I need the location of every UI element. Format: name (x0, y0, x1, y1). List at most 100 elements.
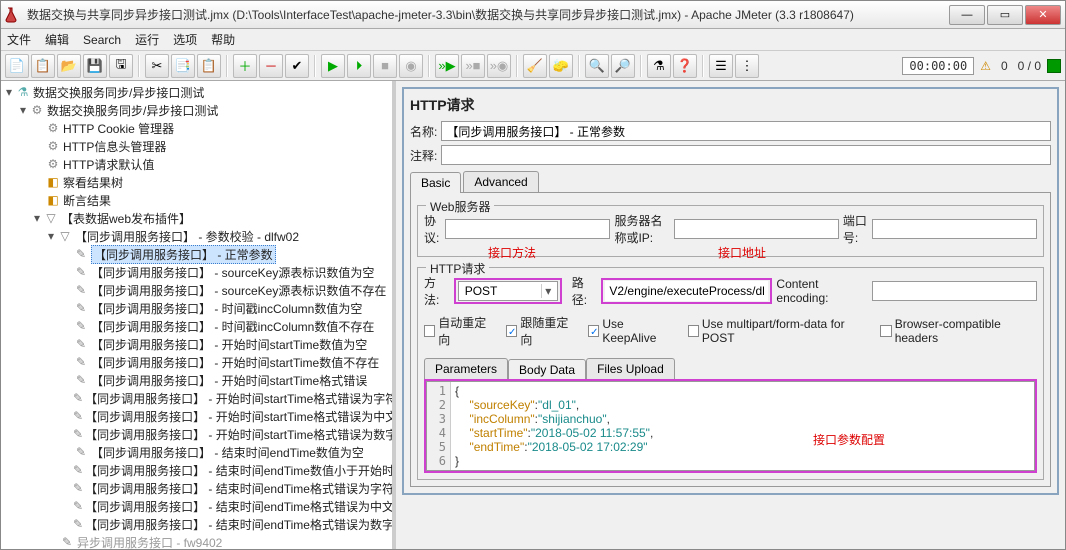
tree-item[interactable]: 【同步调用服务接口】 - 结束时间endTime数值小于开始时间 (85, 462, 396, 479)
chk-auto-redirect[interactable]: 自动重定向 (424, 314, 494, 348)
tree-item[interactable]: 【同步调用服务接口】 - 结束时间endTime数值为空 (91, 444, 364, 461)
path-label: 路径: (572, 274, 598, 308)
tree-web-plugin[interactable]: 【表数据web发布插件】 (61, 210, 191, 227)
tree-threadgroup[interactable]: 数据交换服务同步/异步接口测试 (47, 102, 218, 119)
comment-label: 注释: (410, 147, 437, 164)
tree-item[interactable]: 【同步调用服务接口】 - sourceKey源表标识数值为空 (91, 264, 374, 281)
chk-multipart[interactable]: Use multipart/form-data for POST (688, 317, 869, 345)
toggle-icon[interactable]: ▾ (3, 85, 15, 99)
menu-run[interactable]: 运行 (135, 31, 159, 48)
maximize-button[interactable]: ▭ (987, 5, 1023, 25)
tb-find[interactable]: 🔍 (585, 54, 609, 78)
tb-paste[interactable]: 📋 (197, 54, 221, 78)
tree-item[interactable]: 【同步调用服务接口】 - 开始时间startTime格式错误 (91, 372, 367, 389)
tree-pane[interactable]: ▾⚗数据交换服务同步/异步接口测试 ▾⚙数据交换服务同步/异步接口测试 ⚙HTT… (1, 81, 396, 549)
name-input[interactable] (441, 121, 1051, 141)
tb-list[interactable]: ☰ (709, 54, 733, 78)
tb-clear[interactable]: 🧹 (523, 54, 547, 78)
chk-keepalive[interactable]: Use KeepAlive (588, 317, 675, 345)
tree-item[interactable]: 【同步调用服务接口】 - sourceKey源表标识数值不存在 (91, 282, 386, 299)
comment-input[interactable] (441, 145, 1051, 165)
menubar: 文件 编辑 Search 运行 选项 帮助 (1, 29, 1065, 51)
tree-assertion[interactable]: 断言结果 (63, 192, 111, 209)
code-area[interactable]: { "sourceKey":"dl_01", "incColumn":"shij… (451, 382, 1034, 470)
tb-templates[interactable]: 📋 (31, 54, 55, 78)
tb-collapse[interactable]: － (259, 54, 283, 78)
tb-save[interactable]: 💾 (83, 54, 107, 78)
tb-help[interactable]: ❓ (673, 54, 697, 78)
tb-stop[interactable]: ■ (373, 54, 397, 78)
tree-header-mgr[interactable]: HTTP信息头管理器 (63, 138, 166, 155)
panel-title: HTTP请求 (410, 95, 1051, 115)
tb-save-as[interactable]: 🖫 (109, 54, 133, 78)
tab-basic[interactable]: Basic (410, 172, 461, 193)
tb-remote-shutdown[interactable]: »◉ (487, 54, 511, 78)
tb-function[interactable]: ⚗ (647, 54, 671, 78)
tb-copy[interactable]: 📑 (171, 54, 195, 78)
config-icon: ⚙ (45, 157, 61, 171)
menu-options[interactable]: 选项 (173, 31, 197, 48)
tree-item[interactable]: 【同步调用服务接口】 - 结束时间endTime格式错误为数字 (85, 516, 394, 533)
sampler-icon: ✎ (73, 409, 83, 423)
subtab-files-upload[interactable]: Files Upload (586, 358, 675, 380)
tree-testplan[interactable]: 数据交换服务同步/异步接口测试 (33, 84, 204, 101)
toggle-icon[interactable]: ▾ (31, 211, 43, 225)
tb-new[interactable]: 📄 (5, 54, 29, 78)
tree-item[interactable]: 【同步调用服务接口】 - 开始时间startTime格式错误为字符串 (85, 390, 396, 407)
tree-selected[interactable]: 【同步调用服务接口】 - 正常参数 (91, 245, 276, 264)
titlebar: 数据交换与共享同步异步接口测试.jmx (D:\Tools\InterfaceT… (1, 1, 1065, 29)
app-icon (5, 7, 21, 23)
subtab-body-data[interactable]: Body Data (508, 359, 586, 381)
tb-expand[interactable]: ＋ (233, 54, 257, 78)
tree-item[interactable]: 【同步调用服务接口】 - 开始时间startTime数值不存在 (91, 354, 379, 371)
tree-item[interactable]: 【同步调用服务接口】 - 时间戳incColumn数值不存在 (91, 318, 374, 335)
http-request-panel: HTTP请求 名称: 注释: Basic Advanced Web服务器 (402, 87, 1059, 495)
tree-sync-if[interactable]: 【同步调用服务接口】 - 参数校验 - dlfw02 (75, 228, 299, 245)
toggle-icon[interactable]: ▾ (45, 229, 57, 243)
tb-shutdown[interactable]: ◉ (399, 54, 423, 78)
tree-defaults[interactable]: HTTP请求默认值 (63, 156, 154, 173)
tree-item[interactable]: 【同步调用服务接口】 - 开始时间startTime格式错误为中文 (85, 408, 396, 425)
tb-cut[interactable]: ✂ (145, 54, 169, 78)
tree-item[interactable]: 【同步调用服务接口】 - 结束时间endTime格式错误为字符串 (85, 480, 396, 497)
tb-remote-stop[interactable]: »■ (461, 54, 485, 78)
server-input[interactable] (674, 219, 839, 239)
menu-search[interactable]: Search (83, 33, 121, 47)
tb-remote-start[interactable]: »▶ (435, 54, 459, 78)
tree-item-disabled[interactable]: 异步调用服务接口 - fw9402 (77, 534, 222, 550)
chk-browser-compat[interactable]: Browser-compatible headers (880, 317, 1037, 345)
tree-item[interactable]: 【同步调用服务接口】 - 时间戳incColumn数值为空 (91, 300, 362, 317)
tree-cookie[interactable]: HTTP Cookie 管理器 (63, 120, 174, 137)
sampler-icon: ✎ (73, 463, 83, 477)
tb-open[interactable]: 📂 (57, 54, 81, 78)
tree-item[interactable]: 【同步调用服务接口】 - 开始时间startTime数值为空 (91, 336, 367, 353)
port-label: 端口号: (843, 212, 868, 246)
method-dropdown[interactable]: POST▾ (458, 281, 558, 301)
menu-file[interactable]: 文件 (7, 31, 31, 48)
tb-reset-find[interactable]: 🔎 (611, 54, 635, 78)
tb-start-no-pause[interactable]: ⏵ (347, 54, 371, 78)
sampler-icon: ✎ (73, 499, 83, 513)
path-input[interactable] (605, 281, 768, 301)
menu-help[interactable]: 帮助 (211, 31, 235, 48)
toggle-icon[interactable]: ▾ (17, 103, 29, 117)
listener-icon: ◧ (45, 175, 61, 189)
tb-clear-all[interactable]: 🧽 (549, 54, 573, 78)
port-input[interactable] (872, 219, 1037, 239)
tree-item[interactable]: 【同步调用服务接口】 - 结束时间endTime格式错误为中文 (85, 498, 394, 515)
encoding-input[interactable] (872, 281, 1037, 301)
close-button[interactable]: ✕ (1025, 5, 1061, 25)
tb-start[interactable]: ▶ (321, 54, 345, 78)
tree-item[interactable]: 【同步调用服务接口】 - 开始时间startTime格式错误为数字 (85, 426, 396, 443)
body-data-editor[interactable]: 123456 { "sourceKey":"dl_01", "incColumn… (426, 381, 1035, 471)
protocol-input[interactable] (445, 219, 610, 239)
tb-tree[interactable]: ⋮ (735, 54, 759, 78)
chk-follow-redirect[interactable]: 跟随重定向 (506, 314, 576, 348)
tree-view-results[interactable]: 察看结果树 (63, 174, 123, 191)
annotation-method: 接口方法 (488, 244, 536, 261)
menu-edit[interactable]: 编辑 (45, 31, 69, 48)
subtab-parameters[interactable]: Parameters (424, 358, 508, 380)
minimize-button[interactable]: — (949, 5, 985, 25)
tb-toggle[interactable]: ✔ (285, 54, 309, 78)
tab-advanced[interactable]: Advanced (463, 171, 538, 192)
